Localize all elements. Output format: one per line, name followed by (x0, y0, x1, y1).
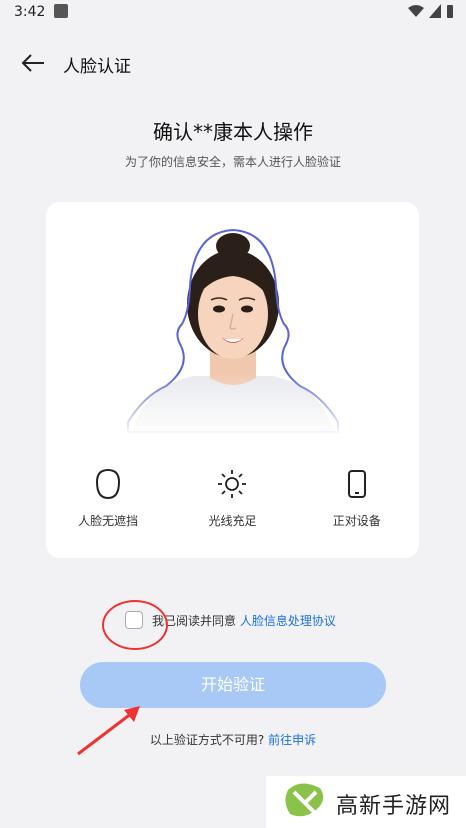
status-bar: 3:42 (0, 0, 466, 26)
tip-label: 光线充足 (208, 514, 257, 528)
tip-label: 正对设备 (332, 514, 381, 528)
alternative-row: 以上验证方式不可用? 前往申诉 (0, 731, 466, 748)
face-tips: 人脸无遮挡 光线充足 正对设备 (46, 464, 419, 529)
annotation-arrow (77, 706, 140, 756)
auth-subheading: 为了你的信息安全，需本人进行人脸验证 (124, 155, 341, 169)
tip-lighting: 光线充足 (177, 464, 287, 529)
watermark-text: 高新手游网 (336, 794, 452, 819)
sun-icon (218, 470, 247, 498)
tip-face-device: 正对设备 (302, 464, 412, 529)
page-title: 人脸认证 (63, 57, 131, 77)
phone-icon (347, 470, 366, 498)
back-arrow-icon[interactable] (20, 52, 46, 74)
annotation-circle (102, 600, 168, 650)
wifi-icon (408, 5, 424, 17)
face-outline-icon (96, 468, 121, 500)
agreement-link[interactable]: 人脸信息处理协议 (240, 614, 336, 628)
tip-label: 人脸无遮挡 (78, 514, 139, 528)
appeal-link[interactable]: 前往申诉 (268, 733, 316, 747)
status-time: 3:42 (14, 4, 46, 20)
alternative-text: 以上验证方式不可用? (149, 733, 265, 747)
status-icons (408, 4, 454, 18)
agreement-text: 我已阅读并同意 人脸信息处理协议 (152, 612, 336, 629)
watermark-logo-icon (285, 783, 324, 817)
watermark: 高新手游网 (266, 776, 466, 828)
top-bar: 人脸认证 (0, 40, 466, 86)
face-guide-card: 人脸无遮挡 光线充足 正对设备 (46, 202, 419, 558)
battery-icon (447, 5, 453, 18)
signal-icon (429, 4, 441, 18)
auth-heading: 确认**康本人操作 (153, 120, 313, 144)
tip-no-cover: 人脸无遮挡 (53, 464, 163, 529)
face-illustration (124, 226, 342, 436)
notification-icon (54, 4, 68, 18)
